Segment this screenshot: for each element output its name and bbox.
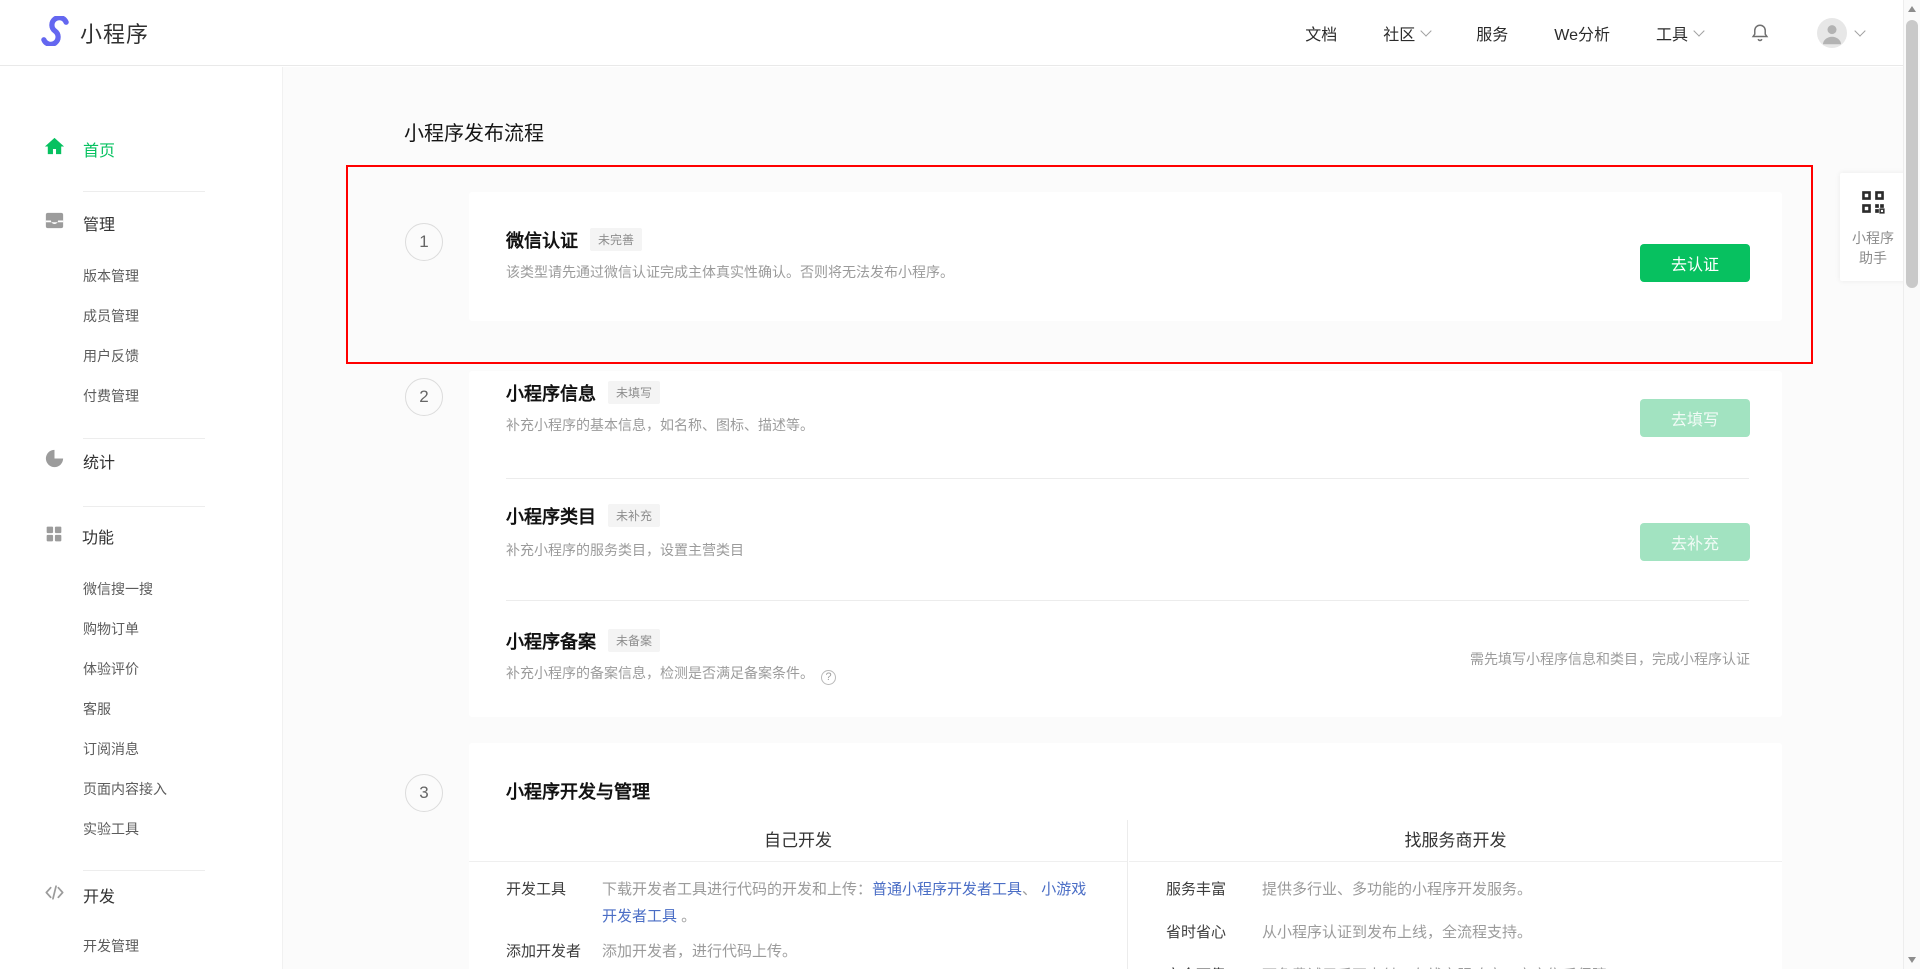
step-number-3: 3 xyxy=(405,774,443,812)
wechat-verification-card: 微信认证未完善 该类型请先通过微信认证完成主体真实性确认。否则将无法发布小程序。… xyxy=(469,192,1782,321)
status-badge: 未备案 xyxy=(608,629,660,652)
sidebar: 首页 管理 版本管理 成员管理 用户反馈 付费管理 统计 功能 xyxy=(0,67,283,969)
top-navbar: 小程序 文档 社区 服务 We分析 工具 xyxy=(0,0,1920,66)
logo-text: 小程序 xyxy=(80,17,149,49)
sidebar-item-page-content-access[interactable]: 页面内容接入 xyxy=(0,769,282,809)
scroll-down-arrow[interactable] xyxy=(1908,957,1916,963)
miniprogram-info-desc: 补充小程序的基本信息，如名称、图标、描述等。 xyxy=(506,415,1782,435)
sidebar-item-member-management[interactable]: 成员管理 xyxy=(0,296,282,336)
sidebar-item-customer-service[interactable]: 客服 xyxy=(0,689,282,729)
nav-item-tools[interactable]: 工具 xyxy=(1656,21,1703,45)
normal-devtools-link[interactable]: 普通小程序开发者工具 xyxy=(872,881,1022,898)
divider xyxy=(83,191,205,192)
account-menu[interactable] xyxy=(1817,18,1864,48)
miniprogram-info-row: 小程序信息未填写 补充小程序的基本信息，如名称、图标、描述等。 去填写 xyxy=(469,371,1782,478)
sidebar-item-shopping-orders[interactable]: 购物订单 xyxy=(0,609,282,649)
self-develop-header: 自己开发 xyxy=(469,820,1127,862)
development-management-title: 小程序开发与管理 xyxy=(506,782,650,802)
page-title: 小程序发布流程 xyxy=(404,117,544,146)
status-badge: 未填写 xyxy=(608,381,660,404)
miniprogram-category-title: 小程序类目 xyxy=(506,507,596,527)
nav-item-docs[interactable]: 文档 xyxy=(1305,21,1337,45)
reliable-label: 安全可靠 xyxy=(1166,962,1262,969)
sidebar-item-statistics[interactable]: 统计 xyxy=(0,445,282,477)
sidebar-item-version-management[interactable]: 版本管理 xyxy=(0,256,282,296)
add-developer-text: 添加开发者，进行代码上传。 xyxy=(602,938,797,965)
notification-bell-icon[interactable] xyxy=(1749,22,1771,44)
sidebar-item-user-feedback[interactable]: 用户反馈 xyxy=(0,336,282,376)
pie-chart-icon xyxy=(43,447,66,475)
add-developer-row: 添加开发者 添加开发者，进行代码上传。 xyxy=(469,938,1127,965)
vertical-scrollbar[interactable] xyxy=(1903,0,1920,969)
save-time-text: 从小程序认证到发布上线，全流程支持。 xyxy=(1262,919,1532,946)
chevron-down-icon xyxy=(1421,25,1432,36)
nav-item-we-analysis[interactable]: We分析 xyxy=(1554,21,1610,45)
sidebar-item-develop[interactable]: 开发 xyxy=(0,879,282,911)
code-icon xyxy=(43,881,66,909)
development-management-card: 小程序开发与管理 自己开发 开发工具 下载开发者工具进行代码的开发和上传：普通小… xyxy=(469,743,1782,969)
rich-service-label: 服务丰富 xyxy=(1166,876,1262,903)
vendor-develop-header: 找服务商开发 xyxy=(1129,820,1782,862)
step-number-2: 2 xyxy=(405,378,443,416)
vendor-develop-column: 找服务商开发 服务丰富 提供多行业、多功能的小程序开发服务。 省时省心 从小程序… xyxy=(1129,820,1782,969)
sidebar-item-manage[interactable]: 管理 xyxy=(0,207,282,239)
self-develop-column: 自己开发 开发工具 下载开发者工具进行代码的开发和上传：普通小程序开发者工具、 … xyxy=(469,820,1128,969)
assistant-label: 小程序 助手 xyxy=(1840,228,1906,268)
divider xyxy=(83,506,205,507)
reliable-row: 安全可靠 可免费试用后再支付，在线客服响应，官方售后保障。 xyxy=(1129,962,1782,969)
divider xyxy=(83,870,205,871)
miniprogram-icp-title: 小程序备案 xyxy=(506,632,596,652)
scrollbar-thumb[interactable] xyxy=(1906,20,1918,288)
nav-item-community[interactable]: 社区 xyxy=(1383,21,1430,45)
sidebar-item-experience-review[interactable]: 体验评价 xyxy=(0,649,282,689)
miniprogram-category-desc: 补充小程序的服务类目，设置主营类目 xyxy=(506,540,1782,560)
step-number-1: 1 xyxy=(405,223,443,261)
rich-service-row: 服务丰富 提供多行业、多功能的小程序开发服务。 xyxy=(1129,876,1782,903)
reliable-text: 可免费试用后再支付，在线客服响应，官方售后保障。 xyxy=(1262,962,1622,969)
inbox-icon xyxy=(43,209,66,237)
sidebar-item-wechat-search[interactable]: 微信搜一搜 xyxy=(0,569,282,609)
sidebar-item-subscribe-message[interactable]: 订阅消息 xyxy=(0,729,282,769)
icp-prerequisite-note: 需先填写小程序信息和类目，完成小程序认证 xyxy=(1470,649,1750,669)
divider xyxy=(83,438,205,439)
miniprogram-assistant-widget[interactable]: 小程序 助手 xyxy=(1840,173,1906,281)
sidebar-item-payment-management[interactable]: 付费管理 xyxy=(0,376,282,416)
save-time-label: 省时省心 xyxy=(1166,919,1262,946)
home-icon xyxy=(43,135,66,163)
sidebar-item-dev-management[interactable]: 开发管理 xyxy=(0,926,282,966)
wechat-verification-title: 微信认证 xyxy=(506,231,578,251)
rich-service-text: 提供多行业、多功能的小程序开发服务。 xyxy=(1262,876,1532,903)
sidebar-item-home[interactable]: 首页 xyxy=(0,133,282,165)
status-badge: 未补充 xyxy=(608,504,660,527)
wechat-verification-desc: 该类型请先通过微信认证完成主体真实性确认。否则将无法发布小程序。 xyxy=(506,262,954,282)
help-icon[interactable]: ? xyxy=(821,670,836,685)
dev-tools-label: 开发工具 xyxy=(506,876,602,903)
miniprogram-setup-card: 小程序信息未填写 补充小程序的基本信息，如名称、图标、描述等。 去填写 小程序类… xyxy=(469,371,1782,717)
grid-icon xyxy=(43,523,65,550)
save-time-row: 省时省心 从小程序认证到发布上线，全流程支持。 xyxy=(1129,919,1782,946)
miniprogram-icp-row: 小程序备案未备案 补充小程序的备案信息，检测是否满足备案条件。? 需先填写小程序… xyxy=(469,601,1782,717)
nav-links: 文档 社区 服务 We分析 工具 xyxy=(1305,0,1864,66)
miniprogram-category-row: 小程序类目未补充 补充小程序的服务类目，设置主营类目 去补充 xyxy=(469,479,1782,600)
status-badge: 未完善 xyxy=(590,228,642,251)
dev-tools-row: 开发工具 下载开发者工具进行代码的开发和上传：普通小程序开发者工具、 小游戏开发… xyxy=(469,876,1127,930)
logo[interactable]: 小程序 xyxy=(40,0,149,66)
scroll-up-arrow[interactable] xyxy=(1908,6,1916,12)
miniprogram-logo-icon xyxy=(40,16,70,51)
sidebar-item-features[interactable]: 功能 xyxy=(0,520,282,552)
go-fill-button[interactable]: 去填写 xyxy=(1640,399,1750,437)
chevron-down-icon xyxy=(1693,25,1704,36)
nav-item-service[interactable]: 服务 xyxy=(1476,21,1508,45)
go-supplement-button[interactable]: 去补充 xyxy=(1640,523,1750,561)
chevron-down-icon xyxy=(1854,25,1865,36)
add-developer-label: 添加开发者 xyxy=(506,938,602,965)
miniprogram-info-title: 小程序信息 xyxy=(506,384,596,404)
qr-code-icon xyxy=(1860,189,1886,215)
dev-tools-text: 下载开发者工具进行代码的开发和上传：普通小程序开发者工具、 小游戏开发者工具 。 xyxy=(602,876,1094,930)
avatar xyxy=(1817,18,1847,48)
go-verify-button[interactable]: 去认证 xyxy=(1640,244,1750,282)
sidebar-item-experiment-tools[interactable]: 实验工具 xyxy=(0,809,282,849)
